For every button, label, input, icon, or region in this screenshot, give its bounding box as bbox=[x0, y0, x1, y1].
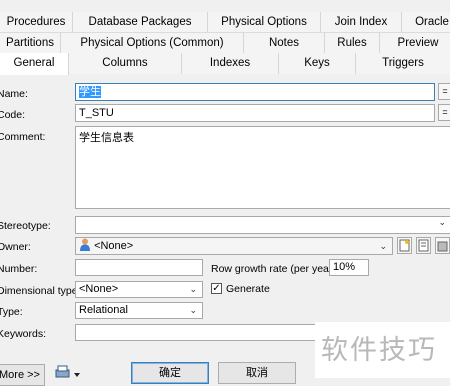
tab-preview[interactable]: Preview bbox=[380, 33, 450, 53]
chevron-down-icon: ⌄ bbox=[438, 217, 446, 227]
tab-rules[interactable]: Rules bbox=[325, 33, 380, 53]
tab-keys[interactable]: Keys bbox=[279, 53, 356, 74]
row-growth-input[interactable]: 10% bbox=[329, 259, 369, 276]
dimensional-type-value: <None> bbox=[79, 283, 119, 295]
cancel-button[interactable]: 取消 bbox=[218, 362, 296, 384]
number-label: Number: bbox=[0, 263, 38, 275]
stereotype-select[interactable]: ⌄ bbox=[75, 216, 450, 234]
tab-triggers[interactable]: Triggers bbox=[356, 53, 450, 74]
new-item-button[interactable] bbox=[397, 237, 412, 254]
browse-button[interactable] bbox=[435, 237, 450, 254]
row-growth-label: Row growth rate (per year): bbox=[211, 263, 339, 275]
properties-icon bbox=[418, 239, 429, 252]
type-label: Type: bbox=[0, 306, 23, 318]
tab-oracle[interactable]: Oracle bbox=[402, 12, 450, 32]
tab-indexes[interactable]: Indexes bbox=[182, 53, 279, 74]
dimensional-type-select[interactable]: <None> ⌄ bbox=[75, 281, 203, 298]
type-value: Relational bbox=[79, 304, 128, 316]
stereotype-label: Stereotype: bbox=[0, 220, 51, 232]
keywords-label: Keywords: bbox=[0, 328, 47, 340]
browse-icon bbox=[437, 241, 448, 252]
tab-row-3: General Columns Indexes Keys Triggers bbox=[0, 53, 450, 75]
user-icon bbox=[80, 238, 90, 251]
tab-notes[interactable]: Notes bbox=[244, 33, 325, 53]
tab-physical-options-common[interactable]: Physical Options (Common) bbox=[61, 33, 244, 53]
owner-select[interactable]: <None> ⌄ bbox=[75, 237, 393, 255]
tab-row-1: Procedures Database Packages Physical Op… bbox=[0, 12, 450, 33]
dimensional-type-label: Dimensional type: bbox=[0, 285, 81, 297]
watermark-overlay: 软件技巧 bbox=[315, 322, 450, 378]
tab-database-packages[interactable]: Database Packages bbox=[73, 12, 208, 32]
comment-textarea[interactable]: 学生信息表 bbox=[75, 126, 450, 209]
name-input[interactable]: 学生 bbox=[75, 83, 435, 101]
chevron-down-icon: ⌄ bbox=[189, 284, 197, 294]
tab-physical-options[interactable]: Physical Options bbox=[208, 12, 321, 32]
comment-value: 学生信息表 bbox=[79, 132, 134, 144]
tab-row-2: Partitions Physical Options (Common) Not… bbox=[0, 33, 450, 54]
code-eq-button[interactable]: = bbox=[438, 104, 450, 121]
comment-label: Comment: bbox=[0, 131, 46, 143]
row-growth-value: 10% bbox=[333, 261, 356, 273]
code-input[interactable]: T_STU bbox=[75, 104, 435, 122]
tab-columns[interactable]: Columns bbox=[69, 53, 182, 74]
properties-button[interactable] bbox=[416, 237, 431, 254]
generate-label: Generate bbox=[226, 283, 270, 295]
owner-value: <None> bbox=[94, 240, 134, 252]
chevron-down-icon: ⌄ bbox=[379, 241, 387, 251]
name-eq-button[interactable]: = bbox=[438, 83, 450, 100]
name-value: 学生 bbox=[79, 86, 101, 98]
tab-procedures[interactable]: Procedures bbox=[0, 12, 73, 32]
check-icon: ✓ bbox=[212, 283, 221, 294]
tab-general[interactable]: General bbox=[0, 53, 69, 75]
ok-button[interactable]: 确定 bbox=[131, 362, 209, 384]
print-button[interactable] bbox=[55, 365, 81, 384]
chevron-down-icon: ⌄ bbox=[189, 305, 197, 315]
name-label: Name: bbox=[0, 88, 28, 100]
tab-join-index[interactable]: Join Index bbox=[321, 12, 402, 32]
code-value: T_STU bbox=[79, 107, 114, 119]
printer-icon bbox=[55, 365, 80, 378]
more-button[interactable]: More >> bbox=[0, 364, 45, 386]
tab-partitions[interactable]: Partitions bbox=[0, 33, 61, 53]
type-select[interactable]: Relational ⌄ bbox=[75, 302, 203, 319]
owner-label: Owner: bbox=[0, 241, 31, 253]
generate-checkbox[interactable]: ✓ bbox=[211, 283, 222, 294]
number-input[interactable] bbox=[75, 259, 203, 276]
new-item-icon bbox=[399, 239, 410, 252]
code-label: Code: bbox=[0, 109, 26, 121]
